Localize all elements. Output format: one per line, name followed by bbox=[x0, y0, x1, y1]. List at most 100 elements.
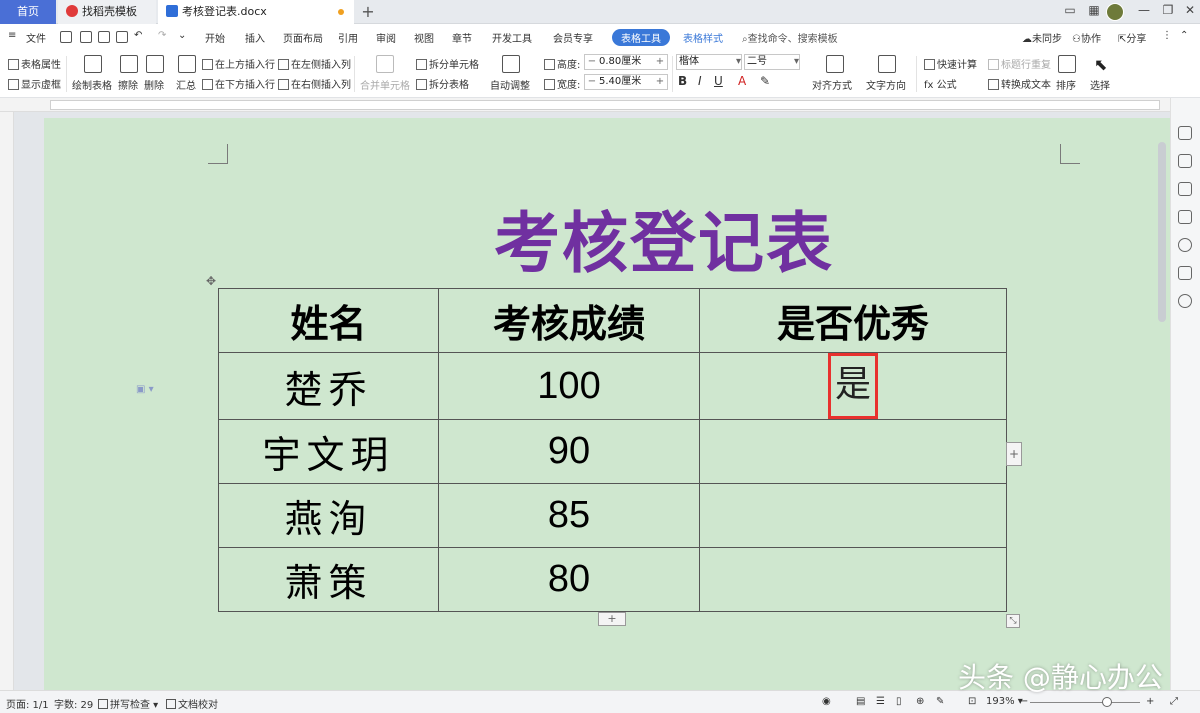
bold-button[interactable]: B bbox=[678, 74, 687, 88]
menu-developer[interactable]: 开发工具 bbox=[492, 30, 532, 45]
menu-section[interactable]: 章节 bbox=[452, 30, 472, 45]
horizontal-ruler[interactable] bbox=[0, 98, 1170, 112]
zoom-out-button[interactable]: − bbox=[1020, 696, 1028, 707]
name-cell[interactable]: 宇文玥 bbox=[218, 419, 439, 484]
spell-check-toggle[interactable]: 拼写检查 ▾ bbox=[98, 696, 158, 711]
align-button[interactable]: 对齐方式 bbox=[812, 77, 852, 92]
highlight-icon[interactable]: ✎ bbox=[760, 74, 770, 88]
sync-button[interactable]: ☁未同步 bbox=[1022, 30, 1062, 45]
page[interactable]: 考核登记表 ✥ ▣ ▾ 姓名 考核成绩 是否优秀 楚乔 100 是 宇文玥 90… bbox=[44, 118, 1170, 690]
layout-icon[interactable]: ▭ bbox=[1060, 3, 1080, 17]
convert-text-button[interactable]: 转换成文本 bbox=[988, 76, 1051, 91]
eye-icon[interactable]: ◉ bbox=[822, 696, 831, 707]
underline-button[interactable]: U bbox=[714, 74, 723, 88]
insert-col-left-button[interactable]: 在左侧插入列 bbox=[278, 56, 351, 71]
zoom-fit-icon[interactable]: ⊡ bbox=[968, 696, 976, 707]
select-button[interactable]: 选择 bbox=[1090, 77, 1110, 92]
pointer-icon[interactable] bbox=[1178, 182, 1192, 196]
font-size-select[interactable]: 二号 ▾ bbox=[744, 54, 800, 70]
avatar[interactable] bbox=[1106, 3, 1124, 21]
show-gridlines-button[interactable]: 显示虚框 bbox=[8, 76, 61, 91]
table-props-button[interactable]: 表格属性 bbox=[8, 56, 61, 71]
name-cell[interactable]: 楚乔 bbox=[218, 352, 439, 420]
score-cell[interactable]: 100 bbox=[438, 352, 700, 420]
menu-page-layout[interactable]: 页面布局 bbox=[283, 30, 323, 45]
repeat-header-button[interactable]: 标题行重复 bbox=[988, 56, 1051, 71]
menu-review[interactable]: 审阅 bbox=[376, 30, 396, 45]
web-view-icon[interactable]: ⊕ bbox=[916, 696, 924, 707]
score-cell[interactable]: 90 bbox=[438, 419, 700, 484]
help-icon[interactable] bbox=[1178, 238, 1192, 252]
undo-icon[interactable]: ↶ bbox=[134, 30, 142, 41]
auto-fit-button[interactable]: 自动调整 bbox=[490, 77, 530, 92]
tab-home[interactable]: 首页 bbox=[0, 0, 56, 24]
summary-button[interactable]: 汇总 bbox=[176, 77, 196, 92]
outline-view-icon[interactable]: ☰ bbox=[876, 696, 885, 707]
page-indicator[interactable]: 页面: 1/1 bbox=[6, 696, 49, 711]
preview-icon[interactable] bbox=[116, 31, 128, 43]
quick-calc-button[interactable]: 快速计算 bbox=[924, 56, 977, 71]
minus-icon[interactable]: − bbox=[585, 75, 599, 89]
doc-proof-button[interactable]: 文档校对 bbox=[166, 696, 218, 711]
name-cell[interactable]: 萧策 bbox=[218, 547, 439, 612]
merge-cells-button[interactable]: 合并单元格 bbox=[360, 77, 410, 92]
text-direction-button[interactable]: 文字方向 bbox=[866, 77, 906, 92]
word-count[interactable]: 字数: 29 bbox=[54, 696, 93, 711]
formula-button[interactable]: fx 公式 bbox=[924, 76, 957, 91]
redo-icon[interactable]: ↷ bbox=[158, 30, 166, 41]
menu-table-style[interactable]: 表格样式 bbox=[683, 30, 723, 45]
font-color-button[interactable]: A bbox=[738, 74, 746, 88]
name-cell[interactable]: 燕洵 bbox=[218, 483, 439, 548]
header-cell-score[interactable]: 考核成绩 bbox=[438, 288, 700, 353]
menu-reference[interactable]: 引用 bbox=[338, 30, 358, 45]
menu-view[interactable]: 视图 bbox=[414, 30, 434, 45]
minus-icon[interactable]: − bbox=[585, 55, 599, 69]
grid-icon[interactable]: ▦ bbox=[1084, 3, 1104, 17]
zoom-in-button[interactable]: + bbox=[1146, 696, 1154, 707]
score-cell[interactable]: 85 bbox=[438, 483, 700, 548]
plus-icon[interactable]: + bbox=[653, 75, 667, 89]
minimize-button[interactable]: — bbox=[1134, 3, 1154, 17]
score-table[interactable]: 姓名 考核成绩 是否优秀 楚乔 100 是 宇文玥 90 燕洵 85 萧策 80 bbox=[218, 288, 1007, 612]
fullscreen-icon[interactable]: ⤢ bbox=[1170, 696, 1178, 707]
menu-start[interactable]: 开始 bbox=[205, 30, 225, 45]
menu-icon[interactable]: ≡ bbox=[8, 30, 16, 41]
excellent-cell[interactable] bbox=[699, 483, 1007, 548]
tab-document[interactable]: 考核登记表.docx bbox=[158, 0, 354, 24]
insert-col-right-button[interactable]: 在右侧插入列 bbox=[278, 76, 351, 91]
italic-button[interactable]: I bbox=[698, 74, 702, 88]
page-view-icon[interactable]: ▤ bbox=[856, 696, 865, 707]
split-table-button[interactable]: 拆分表格 bbox=[416, 76, 469, 91]
search-input[interactable]: ⌕查找命令、搜索模板 bbox=[742, 30, 838, 45]
more-icon[interactable]: ⌄ bbox=[178, 30, 186, 41]
insert-row-below-button[interactable]: 在下方插入行 bbox=[202, 76, 275, 91]
document-title[interactable]: 考核登记表 bbox=[464, 190, 864, 286]
excellent-cell[interactable] bbox=[699, 547, 1007, 612]
zoom-slider[interactable] bbox=[1030, 702, 1140, 703]
more-options-icon[interactable]: ⋮ bbox=[1162, 30, 1172, 41]
share-button[interactable]: ⇱分享 bbox=[1118, 30, 1146, 45]
write-icon[interactable]: ✎ bbox=[936, 696, 944, 707]
sliders-icon[interactable] bbox=[1178, 210, 1192, 224]
menu-file[interactable]: 文件 bbox=[26, 30, 46, 45]
menu-member[interactable]: 会员专享 bbox=[553, 30, 593, 45]
pen-icon[interactable] bbox=[1178, 154, 1192, 168]
export-icon[interactable] bbox=[80, 31, 92, 43]
new-tab-button[interactable]: + bbox=[360, 2, 376, 21]
split-cells-button[interactable]: 拆分单元格 bbox=[416, 56, 479, 71]
header-cell-excellent[interactable]: 是否优秀 bbox=[699, 288, 1007, 353]
table-resize-handle-icon[interactable]: ⤡ bbox=[1006, 614, 1020, 628]
add-row-button[interactable]: + bbox=[598, 612, 626, 626]
collab-button[interactable]: ⚇协作 bbox=[1072, 30, 1101, 45]
save-icon[interactable] bbox=[60, 31, 72, 43]
zoom-slider-handle[interactable] bbox=[1102, 697, 1112, 707]
width-stepper[interactable]: −5.40厘米 + bbox=[584, 74, 668, 90]
zoom-level[interactable]: 193% ▾ bbox=[986, 696, 1023, 707]
sort-button[interactable]: 排序 bbox=[1056, 77, 1076, 92]
reading-view-icon[interactable]: ▯ bbox=[896, 696, 902, 707]
collapse-ribbon-icon[interactable]: ⌃ bbox=[1180, 30, 1188, 41]
delete-button[interactable]: 删除 bbox=[144, 77, 164, 92]
header-cell-name[interactable]: 姓名 bbox=[218, 288, 439, 353]
paragraph-options-icon[interactable]: ▣ ▾ bbox=[136, 384, 154, 395]
table-move-handle-icon[interactable]: ✥ bbox=[204, 274, 218, 288]
